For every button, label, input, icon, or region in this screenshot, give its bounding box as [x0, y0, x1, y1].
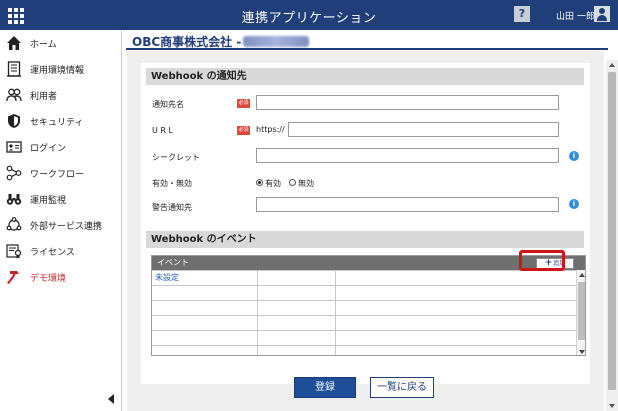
secret-info-icon[interactable]: i — [569, 151, 579, 161]
building-icon — [5, 60, 23, 78]
event-cell — [258, 286, 336, 301]
event-cell — [152, 316, 258, 331]
user-avatar-icon[interactable] — [594, 6, 610, 22]
title-divider — [126, 48, 608, 50]
secret-input[interactable] — [256, 148, 559, 163]
event-cell — [336, 286, 576, 301]
url-label: U R L — [152, 126, 173, 135]
sidebar-item-label: 運用監視 — [30, 195, 67, 206]
sidebar-collapse-icon[interactable] — [108, 394, 114, 404]
event-column-label: イベント — [157, 258, 189, 267]
sidebar-item-external-services[interactable]: 外部サービス連携 — [0, 212, 122, 238]
sidebar-item-label: デモ環境 — [30, 273, 67, 284]
sidebar: ホーム 運用環境情報 利用者 セキュリティ ログイン ワークフロー 運用監視 外… — [0, 30, 122, 411]
hammer-icon — [5, 268, 23, 286]
scroll-thumb[interactable] — [578, 282, 585, 340]
sidebar-item-home[interactable]: ホーム — [0, 30, 122, 56]
event-cell — [152, 286, 258, 301]
table-row — [152, 345, 576, 355]
event-cell — [336, 316, 576, 331]
sidebar-item-demo[interactable]: デモ環境 — [0, 264, 122, 290]
help-button[interactable]: ? — [514, 6, 530, 22]
table-row[interactable]: 未設定 — [152, 270, 576, 286]
webhook-form-panel: Webhook の通知先 通知先名 必須 U R L 必須 https:// シ… — [141, 63, 590, 384]
event-cell[interactable]: 未設定 — [152, 271, 258, 286]
sidebar-item-monitoring[interactable]: 運用監視 — [0, 186, 122, 212]
events-section-header: Webhook のイベント — [146, 231, 584, 248]
add-button-highlight — [519, 250, 565, 271]
scroll-thumb[interactable] — [608, 72, 616, 390]
app-header: 連携アプリケーション ? 山田 一郎 — [0, 0, 618, 30]
event-cell — [336, 271, 576, 286]
sidebar-item-label: 利用者 — [30, 91, 58, 102]
table-row — [152, 285, 576, 301]
required-badge: 必須 — [237, 126, 250, 135]
sidebar-item-workflow[interactable]: ワークフロー — [0, 160, 122, 186]
sidebar-item-label: ログイン — [30, 143, 67, 154]
event-cell — [152, 346, 258, 355]
table-row — [152, 330, 576, 346]
workflow-icon — [5, 164, 23, 182]
notify-name-input[interactable] — [256, 95, 559, 110]
url-input[interactable] — [288, 122, 559, 137]
sidebar-item-label: 外部サービス連携 — [30, 221, 103, 232]
sidebar-item-label: 運用環境情報 — [30, 65, 85, 76]
sidebar-item-label: ホーム — [30, 39, 57, 50]
main-content: OBC商事株式会社 - Webhook の通知先 通知先名 必須 U R L 必… — [122, 30, 618, 411]
id-card-icon — [5, 138, 23, 156]
enabled-off-label[interactable]: 無効 — [298, 178, 314, 189]
alert-target-label: 警告通知先 — [152, 203, 192, 212]
redacted-app-name — [243, 36, 310, 47]
sidebar-item-label: セキュリティ — [30, 117, 84, 128]
binoculars-icon — [5, 190, 23, 208]
register-button[interactable]: 登録 — [294, 377, 356, 398]
sidebar-item-users[interactable]: 利用者 — [0, 82, 122, 108]
users-icon — [5, 86, 23, 104]
certificate-icon — [5, 242, 23, 260]
sidebar-item-environment[interactable]: 運用環境情報 — [0, 56, 122, 82]
event-cell — [258, 316, 336, 331]
event-cell — [336, 301, 576, 316]
secret-label: シークレット — [152, 153, 200, 162]
enabled-on-label[interactable]: 有効 — [265, 178, 281, 189]
network-icon — [5, 216, 23, 234]
company-name: OBC商事株式会社 - — [132, 35, 242, 49]
event-cell — [258, 346, 336, 355]
scroll-down-icon[interactable] — [579, 350, 585, 354]
url-prefix: https:// — [256, 125, 285, 134]
table-row — [152, 315, 576, 331]
event-cell — [152, 301, 258, 316]
required-badge: 必須 — [237, 99, 250, 108]
enabled-label: 有効・無効 — [152, 179, 192, 188]
event-cell — [258, 301, 336, 316]
notify-name-label: 通知先名 — [152, 100, 184, 109]
event-cell — [336, 346, 576, 355]
notify-section-header: Webhook の通知先 — [146, 68, 584, 85]
sidebar-item-label: ライセンス — [30, 247, 75, 258]
alert-info-icon[interactable]: i — [569, 199, 579, 209]
back-to-list-button[interactable]: 一覧に戻る — [370, 377, 434, 398]
event-cell — [258, 271, 336, 286]
event-cell — [336, 331, 576, 346]
sidebar-item-label: ワークフロー — [30, 169, 85, 180]
sidebar-item-login[interactable]: ログイン — [0, 134, 122, 160]
shield-icon — [5, 112, 23, 130]
event-cell — [258, 331, 336, 346]
content-area: Webhook の通知先 通知先名 必須 U R L 必須 https:// シ… — [127, 51, 604, 411]
sidebar-item-license[interactable]: ライセンス — [0, 238, 122, 264]
user-name[interactable]: 山田 一郎 — [556, 9, 595, 22]
scroll-up-icon[interactable] — [609, 63, 615, 67]
enabled-off-radio[interactable] — [289, 179, 296, 186]
page-scrollbar[interactable] — [606, 60, 618, 411]
event-table-scrollbar[interactable] — [576, 270, 585, 355]
scroll-down-icon[interactable] — [609, 404, 615, 408]
alert-target-input[interactable] — [256, 197, 559, 212]
scroll-up-icon[interactable] — [579, 273, 585, 277]
table-row — [152, 300, 576, 316]
sidebar-item-security[interactable]: セキュリティ — [0, 108, 122, 134]
event-cell — [152, 331, 258, 346]
home-icon — [5, 34, 23, 52]
enabled-on-radio[interactable] — [256, 179, 263, 186]
